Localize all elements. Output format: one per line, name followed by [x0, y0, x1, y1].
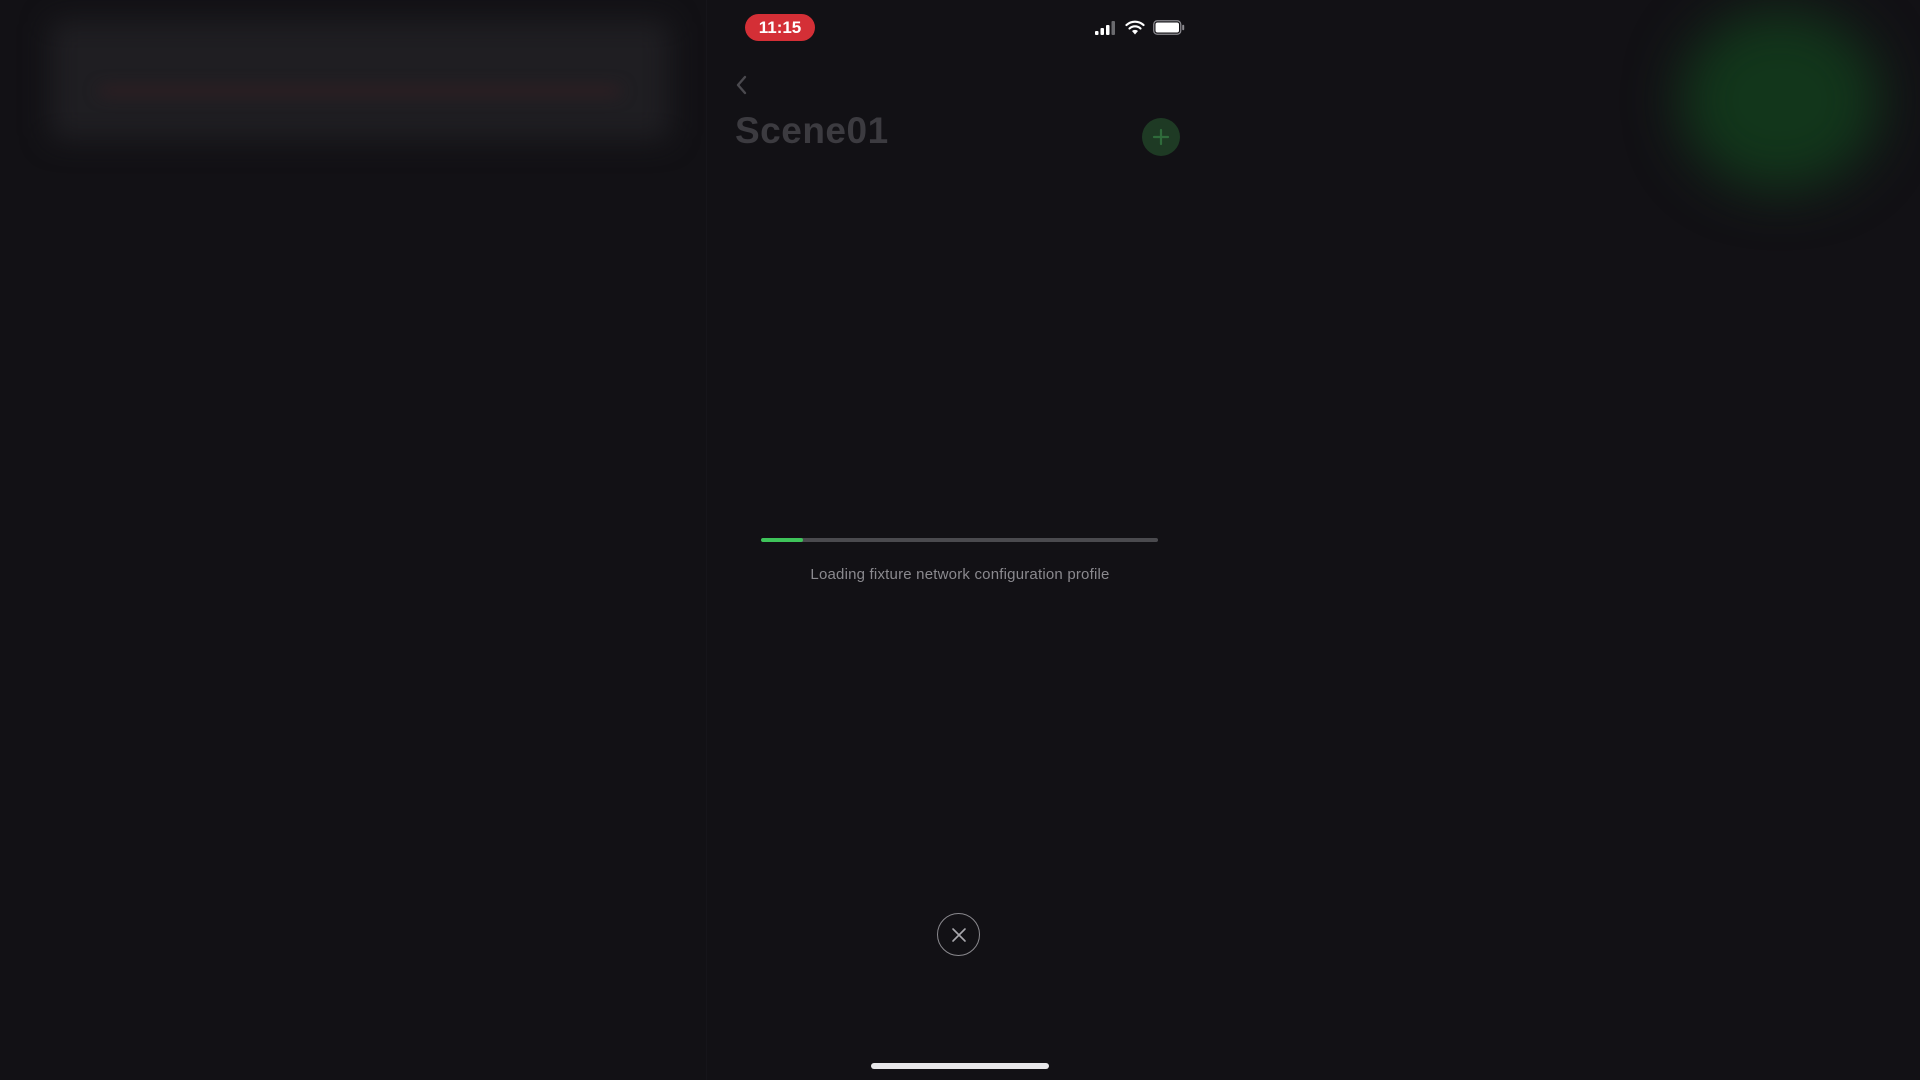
chevron-left-icon [736, 75, 747, 95]
home-indicator[interactable] [871, 1063, 1049, 1069]
wifi-icon [1125, 20, 1145, 40]
status-time: 11:15 [745, 14, 815, 41]
close-icon [951, 927, 966, 942]
loading-progress-bar [761, 538, 1158, 542]
background-divider [706, 0, 707, 1080]
loading-message: Loading fixture network configuration pr… [810, 566, 1110, 583]
cancel-loading-button[interactable] [937, 913, 980, 956]
back-button[interactable] [730, 70, 754, 100]
cellular-signal-icon [1095, 20, 1117, 40]
blurred-background-panel [50, 20, 670, 140]
blurred-background-line [100, 88, 620, 94]
add-button[interactable] [1142, 118, 1180, 156]
page-title: Scene01 [735, 110, 889, 151]
battery-icon [1153, 20, 1185, 40]
blurred-background-glow [1680, 10, 1880, 190]
app-screen: 11:15 Scene01 Loading fixture network co… [0, 0, 1920, 1080]
loading-progress-fill [761, 538, 803, 542]
status-icons [1095, 20, 1185, 40]
plus-icon [1152, 128, 1170, 146]
